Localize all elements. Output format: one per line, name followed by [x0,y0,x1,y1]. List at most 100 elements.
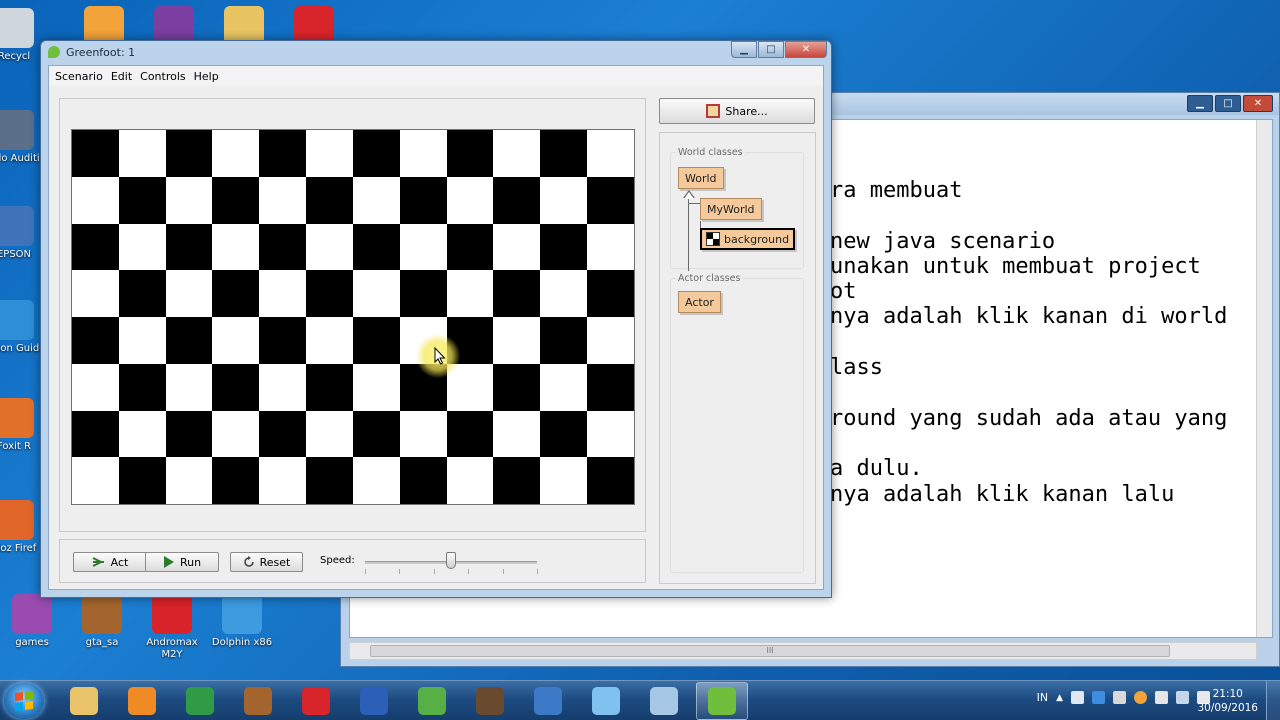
close-button[interactable]: ✕ [785,41,827,58]
board-cell[interactable] [352,363,400,411]
board-cell[interactable] [259,223,307,271]
board-cell[interactable] [72,176,119,224]
board-cell[interactable] [165,317,213,364]
board-cell[interactable] [165,130,213,177]
board-cell[interactable] [540,457,588,504]
board-cell[interactable] [352,457,400,504]
board-cell[interactable] [259,270,307,317]
desktop-bottom-icon-1[interactable]: gta_sa [66,594,138,649]
run-button[interactable]: Run [145,552,219,572]
board-cell[interactable] [118,457,166,504]
maximize-button[interactable]: □ [758,41,784,58]
board-cell[interactable] [399,457,447,504]
board-cell[interactable] [72,457,119,504]
board-cell[interactable] [399,410,447,458]
taskbar-gta[interactable] [232,682,284,720]
board-cell[interactable] [446,457,494,504]
taskbar-dolphin-app[interactable] [580,682,632,720]
board-cell[interactable] [587,317,634,364]
board-cell[interactable] [587,410,634,458]
board-cell[interactable] [493,457,541,504]
board-cell[interactable] [259,176,307,224]
board-cell[interactable] [306,270,353,317]
board-cell[interactable] [540,410,588,458]
horizontal-scrollbar[interactable]: III [349,642,1257,660]
board-cell[interactable] [493,223,541,271]
board-cell[interactable] [259,363,307,411]
world-board[interactable] [71,129,635,505]
board-cell[interactable] [352,223,400,271]
board-cell[interactable] [72,223,119,271]
board-cell[interactable] [399,130,447,177]
minimize-button[interactable]: ▁ [731,41,757,58]
board-cell[interactable] [399,270,447,317]
class-actor[interactable]: Actor [678,291,721,313]
board-cell[interactable] [212,410,260,458]
board-cell[interactable] [587,457,634,504]
board-cell[interactable] [306,130,353,177]
board-cell[interactable] [446,270,494,317]
board-cell[interactable] [399,176,447,224]
board-cell[interactable] [493,130,541,177]
board-cell[interactable] [352,410,400,458]
menu-help[interactable]: Help [190,70,223,83]
board-cell[interactable] [259,457,307,504]
menu-controls[interactable]: Controls [136,70,190,83]
board-cell[interactable] [306,223,353,271]
board-cell[interactable] [446,223,494,271]
board-cell[interactable] [493,410,541,458]
board-cell[interactable] [306,317,353,364]
vertical-scrollbar[interactable] [1256,120,1272,637]
board-cell[interactable] [306,176,353,224]
board-cell[interactable] [259,410,307,458]
board-cell[interactable] [399,223,447,271]
taskbar-blank-window[interactable] [638,682,690,720]
board-cell[interactable] [352,176,400,224]
board-cell[interactable] [540,363,588,411]
board-cell[interactable] [352,130,400,177]
board-cell[interactable] [540,223,588,271]
board-cell[interactable] [72,363,119,411]
act-button[interactable]: Act [73,552,147,572]
board-cell[interactable] [118,176,166,224]
class-background[interactable]: background [700,228,796,250]
board-cell[interactable] [493,176,541,224]
board-cell[interactable] [446,130,494,177]
board-cell[interactable] [212,457,260,504]
taskbar-app-red[interactable] [290,682,342,720]
board-cell[interactable] [540,270,588,317]
board-cell[interactable] [540,317,588,364]
board-cell[interactable] [118,130,166,177]
gear-icon[interactable] [1113,691,1126,704]
minimize-button[interactable]: ▁ [1187,95,1213,112]
menu-edit[interactable]: Edit [107,70,136,83]
board-cell[interactable] [165,410,213,458]
board-cell[interactable] [587,130,634,177]
board-cell[interactable] [118,317,166,364]
board-cell[interactable] [493,317,541,364]
board-cell[interactable] [259,130,307,177]
board-cell[interactable] [212,223,260,271]
board-cell[interactable] [72,317,119,364]
class-world[interactable]: World [678,167,724,189]
desktop-bottom-icon-2[interactable]: Andromax M2Y [136,594,208,661]
start-button[interactable] [4,683,44,719]
desktop-bottom-icon-3[interactable]: Dolphin x86 [206,594,278,649]
taskbar-word[interactable] [348,682,400,720]
orange-app-icon[interactable] [1134,691,1147,704]
board-cell[interactable] [72,410,119,458]
board-cell[interactable] [587,363,634,411]
show-desktop-button[interactable] [1266,681,1280,720]
taskbar-gear-app[interactable] [522,682,574,720]
board-cell[interactable] [165,457,213,504]
board-cell[interactable] [118,223,166,271]
board-cell[interactable] [587,176,634,224]
board-cell[interactable] [118,270,166,317]
network-icon[interactable] [1176,691,1189,704]
board-cell[interactable] [352,317,400,364]
board-cell[interactable] [493,270,541,317]
horizontal-scroll-thumb[interactable]: III [370,645,1170,657]
board-cell[interactable] [118,363,166,411]
board-cell[interactable] [118,410,166,458]
board-cell[interactable] [540,130,588,177]
